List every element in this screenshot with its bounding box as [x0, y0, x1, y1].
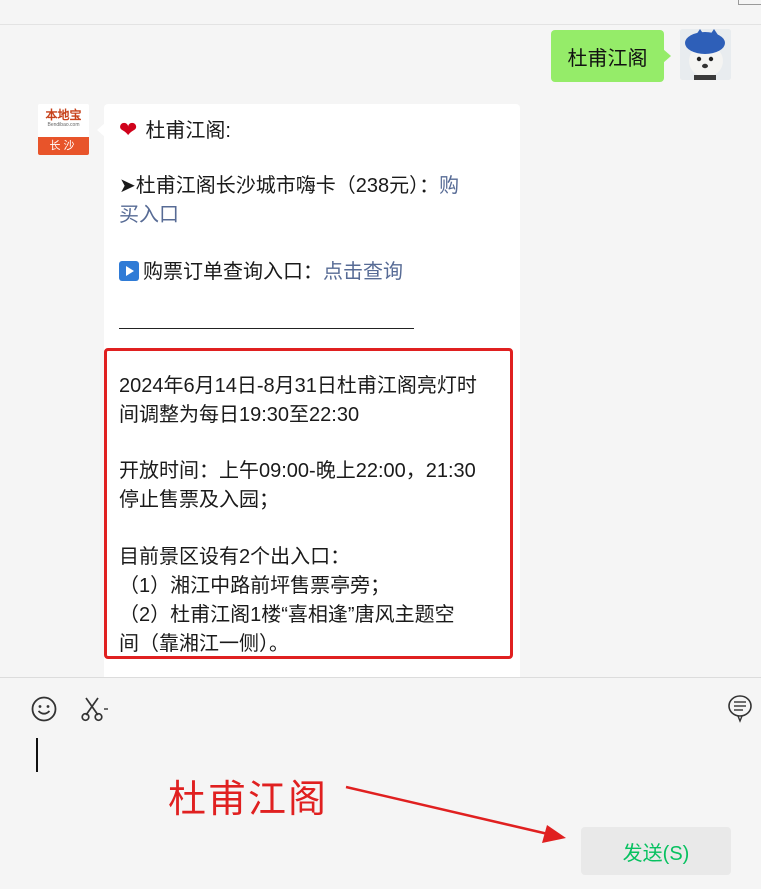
order-line: 购票订单查询入口：点击查询 — [119, 258, 504, 287]
scissors-icon — [81, 697, 108, 722]
buy-link-part2[interactable]: 买入口 — [119, 204, 179, 226]
logo-brand-text: 本地宝 — [45, 108, 82, 122]
user-avatar[interactable] — [680, 29, 731, 80]
emoji-button[interactable] — [30, 695, 58, 728]
outgoing-message-text: 杜甫江阁 — [567, 47, 648, 70]
send-button[interactable]: 发送(S) — [581, 827, 731, 875]
message-separator-line — [119, 328, 414, 329]
header-divider — [0, 24, 761, 25]
screenshot-button[interactable] — [80, 695, 110, 728]
smiley-icon — [31, 696, 57, 722]
bendibao-avatar[interactable]: 本地宝 Bendibao.com 长沙 — [38, 104, 89, 155]
ticket-line-text: ➤杜甫江阁长沙城市嗨卡（238元）： — [119, 175, 440, 197]
text-cursor — [36, 738, 38, 772]
highlight-box — [104, 348, 513, 659]
ticket-line: ➤杜甫江阁长沙城市嗨卡（238元）：购 买入口 — [119, 172, 504, 230]
annotation-label: 杜甫江阁 — [168, 777, 329, 821]
message-heading: ❤ 杜甫江阁: — [119, 115, 504, 146]
chat-history-icon — [728, 695, 752, 723]
order-line-text: 购票订单查询入口： — [143, 261, 323, 283]
logo-city-band: 长沙 — [38, 137, 89, 155]
chat-history-button[interactable] — [726, 693, 754, 728]
logo-domain-text: Bendibao.com — [47, 122, 80, 128]
play-button-icon — [119, 261, 139, 281]
buy-link-part1[interactable]: 购 — [439, 175, 459, 197]
query-link[interactable]: 点击查询 — [323, 261, 403, 283]
heading-text: 杜甫江阁: — [145, 120, 231, 142]
bendibao-logo: 本地宝 Bendibao.com — [38, 104, 89, 137]
dog-avatar-icon — [680, 29, 731, 80]
outgoing-message-bubble[interactable]: 杜甫江阁 — [551, 30, 671, 82]
heart-icon: ❤ — [119, 117, 138, 142]
chat-message-area[interactable]: 杜甫江阁 本地宝 Bendibao.com 长沙 ❤ 杜甫江阁: ➤杜甫江阁长沙城… — [0, 0, 761, 677]
window-corner-control[interactable] — [738, 0, 761, 5]
